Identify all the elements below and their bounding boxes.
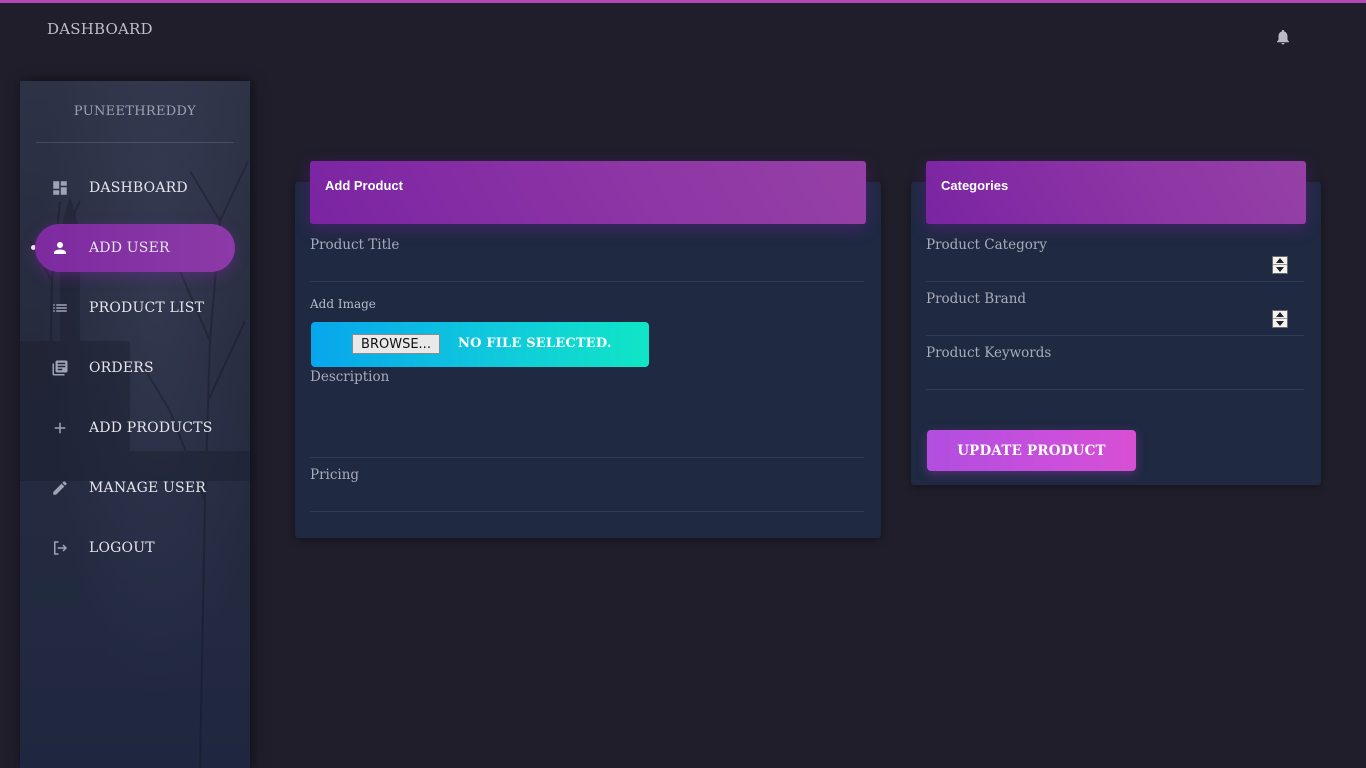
card-title: Add Product [325,178,403,193]
sidebar-item-orders[interactable]: ORDERS [35,344,235,392]
sidebar-item-label: PRODUCT LIST [89,300,205,316]
product-brand-label: Product Brand [926,291,1027,307]
sidebar-item-add-user[interactable]: ADD USER [35,224,235,272]
product-brand-stepper[interactable] [1272,310,1288,328]
pencil-icon [51,479,69,497]
bell-icon[interactable] [1274,28,1292,46]
product-category-stepper[interactable] [1272,256,1288,274]
logout-icon [51,539,69,557]
pricing-label: Pricing [310,467,360,483]
product-category-input[interactable] [926,281,1304,282]
page-title: DASHBOARD [47,20,153,38]
top-accent-line [0,0,1366,3]
description-label: Description [310,369,390,385]
sidebar-item-label: MANAGE USER [89,480,207,496]
stepper-down-icon[interactable] [1273,265,1287,273]
stepper-down-icon[interactable] [1273,319,1287,327]
product-keywords-input[interactable] [926,389,1304,390]
sidebar-item-label: DASHBOARD [89,180,188,196]
plus-icon [51,419,69,437]
sidebar-user-name[interactable]: PUNEETHREDDY [20,104,250,119]
file-upload-field[interactable]: BROWSE... NO FILE SELECTED. [311,322,649,367]
stepper-up-icon[interactable] [1273,257,1287,265]
person-icon [51,239,69,257]
sidebar: PUNEETHREDDY DASHBOARD ADD USER PRODUCT … [20,81,250,768]
categories-header: Categories [926,161,1306,224]
stepper-up-icon[interactable] [1273,311,1287,319]
file-status-text: NO FILE SELECTED. [458,336,612,351]
library-books-icon [51,359,69,377]
product-title-label: Product Title [310,237,400,253]
description-input[interactable] [310,457,864,458]
product-brand-input[interactable] [926,335,1304,336]
sidebar-item-label: ADD USER [89,240,170,256]
card-title: Categories [941,178,1009,193]
add-product-header: Add Product [310,161,866,224]
browse-button[interactable]: BROWSE... [352,334,440,354]
sidebar-item-label: ADD PRODUCTS [89,420,213,436]
product-title-input[interactable] [310,281,864,282]
sidebar-item-product-list[interactable]: PRODUCT LIST [35,284,235,332]
product-category-label: Product Category [926,237,1047,253]
sidebar-item-label: LOGOUT [89,540,155,556]
sidebar-item-logout[interactable]: LOGOUT [35,524,235,572]
sidebar-item-label: ORDERS [89,360,154,376]
list-icon [51,299,69,317]
product-keywords-label: Product Keywords [926,345,1052,361]
pricing-input[interactable] [310,511,864,512]
update-product-button[interactable]: UPDATE PRODUCT [927,430,1136,471]
sidebar-item-dashboard[interactable]: DASHBOARD [35,164,235,212]
sidebar-item-add-products[interactable]: ADD PRODUCTS [35,404,235,452]
dashboard-icon [51,179,69,197]
sidebar-item-manage-user[interactable]: MANAGE USER [35,464,235,512]
add-image-label: Add Image [310,297,376,311]
sidebar-divider [36,142,234,143]
